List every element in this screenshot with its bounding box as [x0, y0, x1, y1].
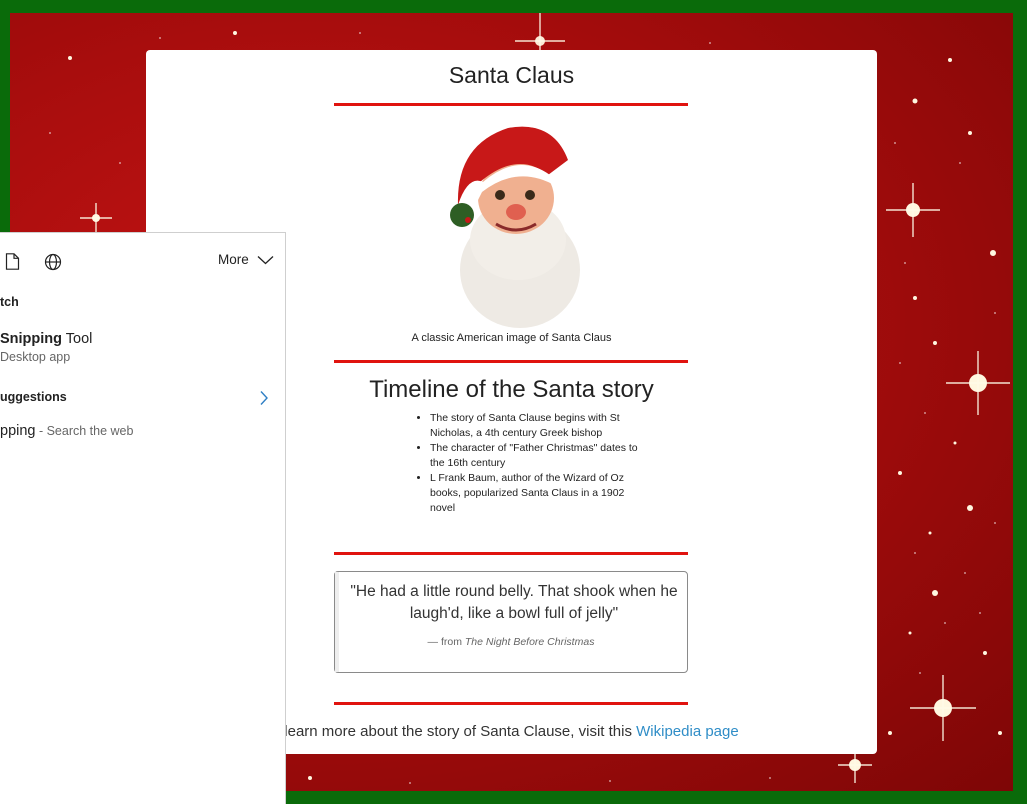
divider-bottom [334, 702, 688, 705]
quote-citation-title: The Night Before Christmas [464, 636, 595, 648]
best-match-heading: tch [0, 295, 19, 309]
snipping-tool-result[interactable]: Snipping Tool Desktop app [0, 331, 92, 364]
timeline-list: The story of Santa Clause begins with St… [412, 411, 645, 516]
chevron-right-icon[interactable] [259, 390, 269, 406]
learn-more-label: learn more about the story of Santa Clau… [284, 723, 632, 740]
santa-image [450, 126, 580, 328]
timeline-item: The character of "Father Christmas" date… [430, 441, 645, 471]
quote-citation: — from The Night Before Christmas [335, 636, 687, 648]
app-name-match: Snipping [0, 331, 63, 347]
timeline-item: L Frank Baum, author of the Wizard of Oz… [430, 471, 645, 516]
wikipedia-link[interactable]: Wikipedia page [636, 723, 739, 740]
suggestions-heading: uggestions [0, 390, 67, 404]
more-dropdown[interactable]: More [218, 252, 274, 267]
quote-block: "He had a little round belly. That shook… [334, 571, 688, 673]
suggestion-term: pping [0, 423, 36, 439]
app-type: Desktop app [0, 350, 71, 364]
windows-search-flyout: More tch Snipping Tool Desktop app ugges… [0, 232, 286, 804]
globe-icon[interactable] [44, 253, 62, 271]
divider-quote-top [334, 552, 688, 555]
more-label: More [218, 252, 249, 267]
page-title: Santa Claus [448, 62, 575, 88]
app-name-rest: Tool [62, 331, 93, 347]
timeline-item: The story of Santa Clause begins with St… [430, 411, 645, 441]
divider-middle [334, 360, 688, 363]
quote-accent-bar [335, 572, 339, 672]
quote-text: "He had a little round belly. That shook… [350, 583, 678, 622]
chevron-down-icon [257, 256, 273, 265]
suggestion-hint: - Search the web [35, 424, 134, 438]
web-suggestion[interactable]: pping - Search the web [0, 423, 133, 439]
divider-top [334, 103, 688, 106]
quote-citation-prefix: — from [427, 636, 462, 648]
document-icon[interactable] [5, 253, 20, 270]
